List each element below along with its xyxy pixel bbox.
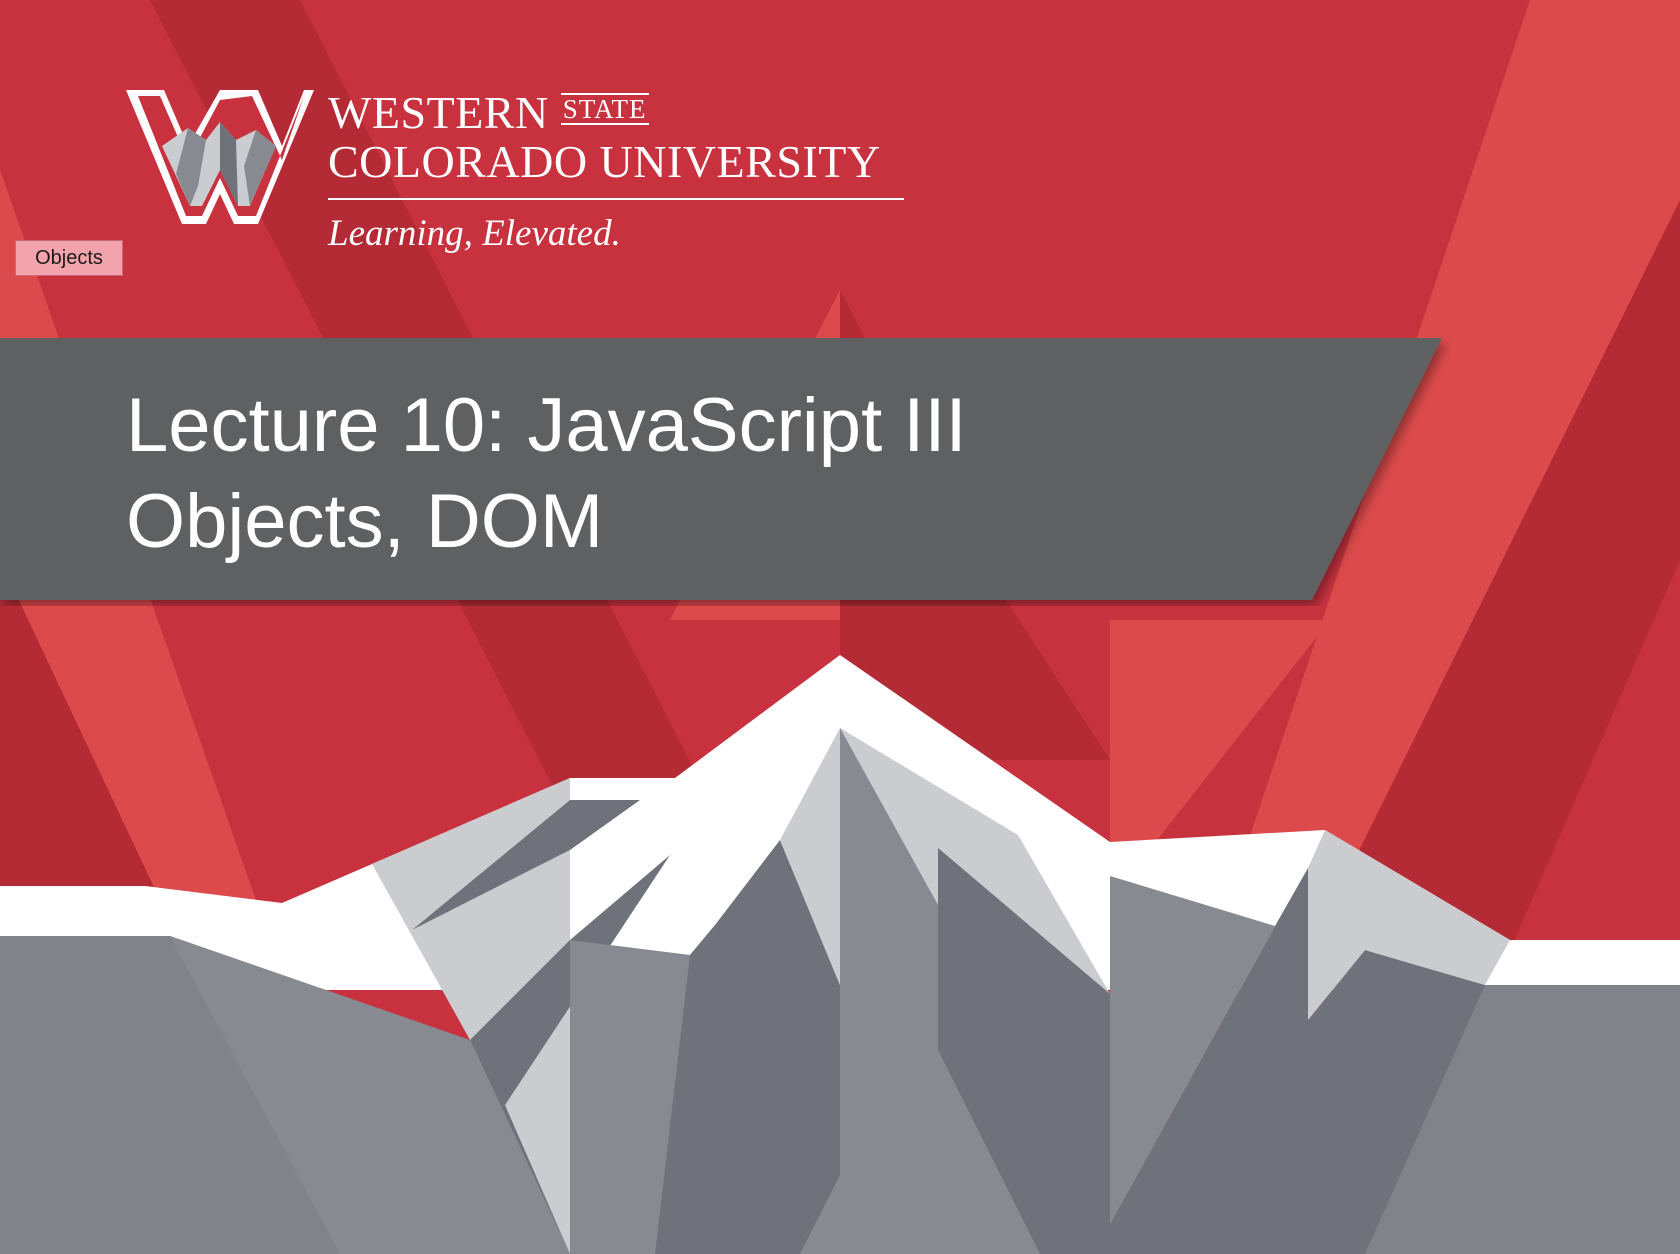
wordmark-western: WESTERN [328, 87, 549, 138]
wordmark-divider [328, 198, 904, 200]
wordmark-colorado-university: COLORADO UNIVERSITY [328, 136, 881, 187]
tagline: Learning, Elevated. [328, 213, 621, 254]
title-line-1: Lecture 10: JavaScript III [126, 383, 967, 468]
university-logo-icon [126, 90, 314, 224]
wordmark-state: STATE [560, 93, 649, 125]
objects-label-badge[interactable]: Objects [15, 240, 123, 276]
slide-title: Lecture 10: JavaScript III Objects, DOM [126, 378, 967, 570]
university-wordmark: WESTERN STATE COLORADO UNIVERSITY Learnin… [328, 90, 908, 255]
title-line-2: Objects, DOM [126, 479, 604, 564]
slide: WESTERN STATE COLORADO UNIVERSITY Learnin… [0, 0, 1680, 1254]
